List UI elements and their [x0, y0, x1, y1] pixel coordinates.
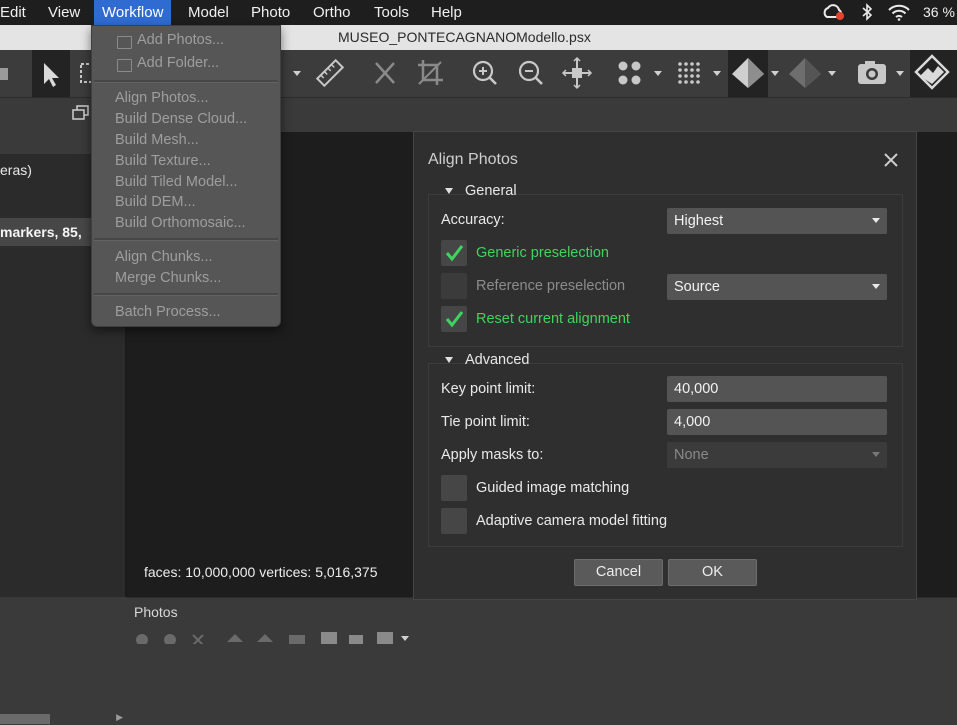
- delete-x-icon[interactable]: [370, 50, 400, 97]
- model-dropdown-caret-icon[interactable]: [768, 50, 782, 97]
- adaptive-fitting-label[interactable]: Adaptive camera model fitting: [476, 513, 667, 529]
- dialog-title: Align Photos: [428, 151, 518, 168]
- reference-source-select[interactable]: Source: [667, 274, 887, 300]
- workflow-menu: Add Photos... Add Folder... Align Photos…: [91, 25, 281, 327]
- tie-point-limit-input[interactable]: 4,000: [667, 409, 887, 435]
- rectangle-selection-icon[interactable]: [78, 50, 92, 97]
- menu-workflow[interactable]: Workflow: [94, 0, 172, 25]
- menu-separator: [94, 293, 278, 296]
- crop-icon[interactable]: [414, 50, 446, 97]
- menu-item-batch-process[interactable]: Batch Process...: [115, 304, 221, 320]
- tie-point-limit-value: 4,000: [674, 414, 711, 430]
- chevron-down-icon: [872, 284, 880, 289]
- advanced-heading[interactable]: Advanced: [465, 352, 530, 368]
- chevron-down-icon: [872, 452, 880, 457]
- menu-item-align-chunks[interactable]: Align Chunks...: [115, 249, 213, 265]
- accuracy-label: Accuracy:: [441, 212, 505, 228]
- shaded-model-icon[interactable]: [728, 50, 768, 97]
- menu-photo[interactable]: Photo: [243, 0, 298, 25]
- menu-item-add-photos[interactable]: Add Photos...: [137, 32, 224, 48]
- menu-edit[interactable]: Edit: [0, 0, 34, 25]
- add-photos-icon: [117, 36, 132, 49]
- reference-preselection-checkbox[interactable]: [441, 273, 467, 299]
- collapse-advanced-chevron-icon[interactable]: [445, 357, 453, 363]
- battery-percentage[interactable]: 36 %: [923, 0, 955, 25]
- menu-ortho[interactable]: Ortho: [305, 0, 359, 25]
- menu-separator: [94, 80, 278, 83]
- reset-alignment-label[interactable]: Reset current alignment: [476, 311, 630, 327]
- adaptive-fitting-checkbox[interactable]: [441, 508, 467, 534]
- guided-matching-label[interactable]: Guided image matching: [476, 480, 629, 496]
- photos-panel: Photos: [127, 597, 957, 645]
- menu-item-build-tiled-model[interactable]: Build Tiled Model...: [115, 174, 238, 190]
- scroll-right-arrow-icon[interactable]: ▶: [116, 712, 123, 723]
- menu-item-add-folder[interactable]: Add Folder...: [137, 55, 219, 71]
- key-point-limit-input[interactable]: 40,000: [667, 376, 887, 402]
- ruler-icon[interactable]: [313, 50, 347, 97]
- window-title: MUSEO_PONTECAGNANOModello.psx: [338, 29, 591, 45]
- dense-cloud-icon[interactable]: [675, 50, 725, 97]
- guided-matching-checkbox[interactable]: [441, 475, 467, 501]
- menu-model[interactable]: Model: [180, 0, 237, 25]
- model-statistics: faces: 10,000,000 vertices: 5,016,375: [144, 564, 378, 580]
- menu-item-merge-chunks[interactable]: Merge Chunks...: [115, 270, 221, 286]
- reset-view-icon[interactable]: [561, 50, 593, 97]
- menu-view[interactable]: View: [40, 0, 88, 25]
- menu-item-build-texture[interactable]: Build Texture...: [115, 153, 211, 169]
- textured-model-icon[interactable]: [786, 50, 844, 97]
- menu-separator: [94, 238, 278, 241]
- reset-alignment-checkbox[interactable]: [441, 306, 467, 332]
- show-images-icon[interactable]: [910, 50, 957, 97]
- collapse-general-chevron-icon[interactable]: [445, 188, 453, 194]
- reference-preselection-label[interactable]: Reference preselection: [476, 278, 625, 294]
- zoom-in-icon[interactable]: [470, 50, 500, 97]
- apply-masks-label: Apply masks to:: [441, 447, 544, 463]
- accuracy-value: Highest: [674, 213, 724, 229]
- accuracy-select[interactable]: Highest: [667, 208, 887, 234]
- apply-masks-value: None: [674, 447, 709, 463]
- cancel-button[interactable]: Cancel: [574, 559, 663, 586]
- key-point-limit-label: Key point limit:: [441, 381, 536, 397]
- scrollbar-thumb[interactable]: [0, 714, 50, 724]
- menu-item-build-dem[interactable]: Build DEM...: [115, 194, 196, 210]
- reference-source-value: Source: [674, 279, 720, 295]
- align-photos-dialog: Align Photos General Accuracy: Highest G…: [413, 131, 917, 600]
- general-heading[interactable]: General: [465, 183, 517, 199]
- restore-panel-icon[interactable]: [72, 104, 90, 125]
- apply-masks-select[interactable]: None: [667, 442, 887, 468]
- camera-icon[interactable]: [855, 50, 907, 97]
- ok-button[interactable]: OK: [668, 559, 757, 586]
- toolbar-partial-icon[interactable]: [0, 50, 10, 97]
- menu-item-build-orthomosaic[interactable]: Build Orthomosaic...: [115, 215, 246, 231]
- close-icon[interactable]: [880, 149, 902, 171]
- bottom-left-filler: [0, 597, 127, 644]
- photos-panel-title: Photos: [134, 604, 178, 620]
- chevron-down-icon: [872, 218, 880, 223]
- tool-dropdown-caret-icon[interactable]: [288, 50, 306, 97]
- zoom-out-icon[interactable]: [516, 50, 546, 97]
- menu-item-build-dense-cloud[interactable]: Build Dense Cloud...: [115, 111, 247, 127]
- menu-item-align-photos[interactable]: Align Photos...: [115, 90, 209, 106]
- generic-preselection-checkbox[interactable]: [441, 240, 467, 266]
- workspace-tree-row[interactable]: eras): [0, 162, 32, 178]
- select-arrow-icon[interactable]: [32, 50, 70, 97]
- menu-item-build-mesh[interactable]: Build Mesh...: [115, 132, 199, 148]
- menu-bar: Edit View Workflow Model Photo Ortho Too…: [0, 0, 957, 25]
- photos-toolbar: [135, 630, 425, 644]
- tie-point-limit-label: Tie point limit:: [441, 414, 530, 430]
- menu-tools[interactable]: Tools: [366, 0, 417, 25]
- workspace-horizontal-scrollbar[interactable]: ▶: [0, 712, 125, 725]
- point-cloud-icon[interactable]: [614, 50, 664, 97]
- folder-icon: [117, 59, 132, 72]
- generic-preselection-label[interactable]: Generic preselection: [476, 245, 609, 261]
- menu-help[interactable]: Help: [423, 0, 470, 25]
- key-point-limit-value: 40,000: [674, 381, 719, 397]
